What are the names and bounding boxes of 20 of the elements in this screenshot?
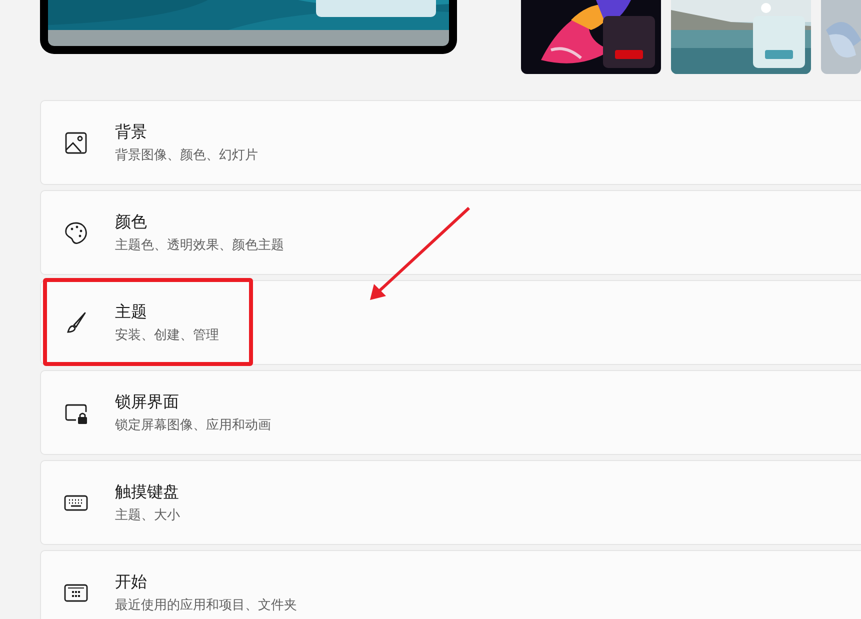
item-title: 主题: [115, 302, 148, 322]
settings-item[interactable]: 颜色 主题色、透明效果、颜色主题: [40, 190, 861, 275]
item-description: 主题、大小: [115, 506, 180, 524]
item-description: 最近使用的应用和项目、文件夹: [115, 596, 297, 614]
image-icon: [63, 130, 89, 156]
item-title: 背景: [115, 122, 148, 142]
settings-item[interactable]: 触摸键盘 主题、大小: [40, 460, 861, 545]
settings-item[interactable]: 背景 背景图像、颜色、幻灯片: [40, 100, 861, 185]
settings-item[interactable]: 开始 最近使用的应用和项目、文件夹: [40, 550, 861, 619]
item-title: 锁屏界面: [115, 392, 180, 412]
item-description: 安装、创建、管理: [115, 326, 219, 344]
item-title: 颜色: [115, 212, 148, 232]
settings-item[interactable]: 锁屏界面 锁定屏幕图像、应用和动画: [40, 370, 861, 455]
item-title: 触摸键盘: [115, 482, 180, 502]
item-title: 开始: [115, 572, 148, 592]
settings-item[interactable]: 主题 安装、创建、管理: [40, 280, 861, 365]
item-description: 背景图像、颜色、幻灯片: [115, 146, 258, 164]
item-description: 主题色、透明效果、颜色主题: [115, 236, 284, 254]
item-description: 锁定屏幕图像、应用和动画: [115, 416, 271, 434]
palette-icon: [63, 220, 89, 246]
